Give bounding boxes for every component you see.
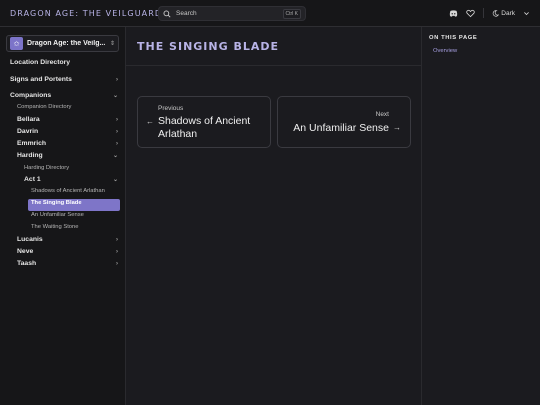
sidebar-item-label: Companions [10, 92, 52, 99]
chevron-right-icon: › [116, 248, 118, 255]
sidebar-item-label: Location Directory [10, 59, 71, 66]
sidebar-item-location-directory[interactable]: Location Directory [10, 59, 118, 66]
search-shortcut-badge: Ctrl K [282, 8, 301, 19]
chevron-right-icon: › [116, 128, 118, 135]
sidebar-item-davrin[interactable]: Davrin › [17, 128, 118, 135]
sidebar-item-neve[interactable]: Neve › [17, 248, 118, 255]
navbar-divider [483, 8, 485, 18]
discord-icon[interactable] [449, 9, 458, 18]
sidebar-item-the-waiting-stone[interactable]: The Waiting Stone [31, 224, 118, 230]
top-navbar: DRAGON AGE: THE VEILGUARD Search Ctrl K … [0, 0, 540, 27]
sidebar-item-label: The Waiting Stone [31, 224, 79, 230]
on-this-page-heading: ON THIS PAGE [429, 35, 478, 41]
previous-title-line1: Shadows of Ancient [158, 115, 251, 127]
sidebar-item-companion-directory[interactable]: Companion Directory [17, 104, 118, 110]
previous-title-line2: Arlathan [158, 128, 198, 140]
sidebar-item-shadows-of-ancient-arlathan[interactable]: Shadows of Ancient Arlathan [31, 188, 118, 194]
next-label: Next [375, 111, 389, 118]
sidebar-item-taash[interactable]: Taash › [17, 260, 118, 267]
previous-page-link[interactable]: Previous ← Shadows of Ancient Arlathan [137, 96, 271, 148]
search-placeholder: Search [176, 10, 197, 17]
sidebar-item-harding[interactable]: Harding ⌄ [17, 152, 118, 159]
chevron-down-icon[interactable] [523, 10, 530, 17]
game-logo-icon: ✩ [10, 37, 23, 50]
sidebar-item-label: Act 1 [24, 176, 41, 183]
sidebar-item-label: The Singing Blade [31, 200, 82, 206]
chevron-down-icon: ⌄ [112, 93, 118, 99]
site-title[interactable]: DRAGON AGE: THE VEILGUARD [10, 9, 162, 18]
sidebar-item-signs-and-portents[interactable]: Signs and Portents › [10, 76, 118, 83]
title-divider [126, 65, 421, 66]
next-title: An Unfamiliar Sense [293, 122, 389, 134]
sidebar-item-label: Taash [17, 260, 37, 267]
sidebar-item-label: Harding [17, 152, 43, 159]
sidebar-item-label: Davrin [17, 128, 39, 135]
sidebar-item-harding-directory[interactable]: Harding Directory [24, 165, 118, 171]
heart-icon[interactable] [466, 9, 475, 18]
chevron-down-icon: ⌄ [112, 177, 118, 183]
sidebar-item-label: Emmrich [17, 140, 47, 147]
sidebar-item-label: Lucanis [17, 236, 43, 243]
chevron-right-icon: › [116, 140, 118, 147]
chevron-right-icon: › [116, 76, 118, 83]
chevron-right-icon: › [116, 116, 118, 123]
sidebar-item-act-1[interactable]: Act 1 ⌄ [24, 176, 118, 183]
sidebar-item-the-singing-blade[interactable]: The Singing Blade [31, 200, 118, 206]
game-selector[interactable]: ✩ Dragon Age: the Veilg... ⇕ [6, 35, 119, 52]
chevron-right-icon: › [116, 236, 118, 243]
sidebar-item-emmrich[interactable]: Emmrich › [17, 140, 118, 147]
sidebar-item-label: Harding Directory [24, 165, 70, 171]
toc-link-overview[interactable]: Overview [433, 48, 457, 54]
search-icon [163, 10, 171, 18]
previous-label: Previous [158, 105, 184, 112]
sidebar-item-label: An Unfamiliar Sense [31, 212, 84, 218]
chevron-down-icon: ⌄ [112, 153, 118, 159]
sidebar-item-label: Shadows of Ancient Arlathan [31, 188, 105, 194]
sidebar-item-label: Bellara [17, 116, 40, 123]
sidebar-item-label: Neve [17, 248, 34, 255]
sidebar-item-label: Companion Directory [17, 104, 72, 110]
sidebar-item-bellara[interactable]: Bellara › [17, 116, 118, 123]
sidebar-item-label: Signs and Portents [10, 76, 72, 83]
sidebar-item-companions[interactable]: Companions ⌄ [10, 92, 118, 99]
sidebar-item-lucanis[interactable]: Lucanis › [17, 236, 118, 243]
arrow-right-icon: → [393, 123, 401, 132]
sort-icon: ⇕ [109, 41, 115, 47]
arrow-left-icon: ← [146, 117, 154, 126]
search-button[interactable]: Search Ctrl K [158, 6, 306, 21]
chevron-right-icon: › [116, 260, 118, 267]
next-page-link[interactable]: Next An Unfamiliar Sense → [277, 96, 411, 148]
game-name: Dragon Age: the Veilg... [27, 40, 106, 47]
aside-divider [421, 27, 422, 405]
moon-icon [493, 9, 500, 17]
theme-toggle-button[interactable]: Dark [492, 10, 515, 17]
sidebar-item-an-unfamiliar-sense[interactable]: An Unfamiliar Sense [31, 212, 118, 218]
page-title: THE SINGING BLADE [137, 40, 280, 53]
theme-label: Dark [501, 9, 515, 17]
